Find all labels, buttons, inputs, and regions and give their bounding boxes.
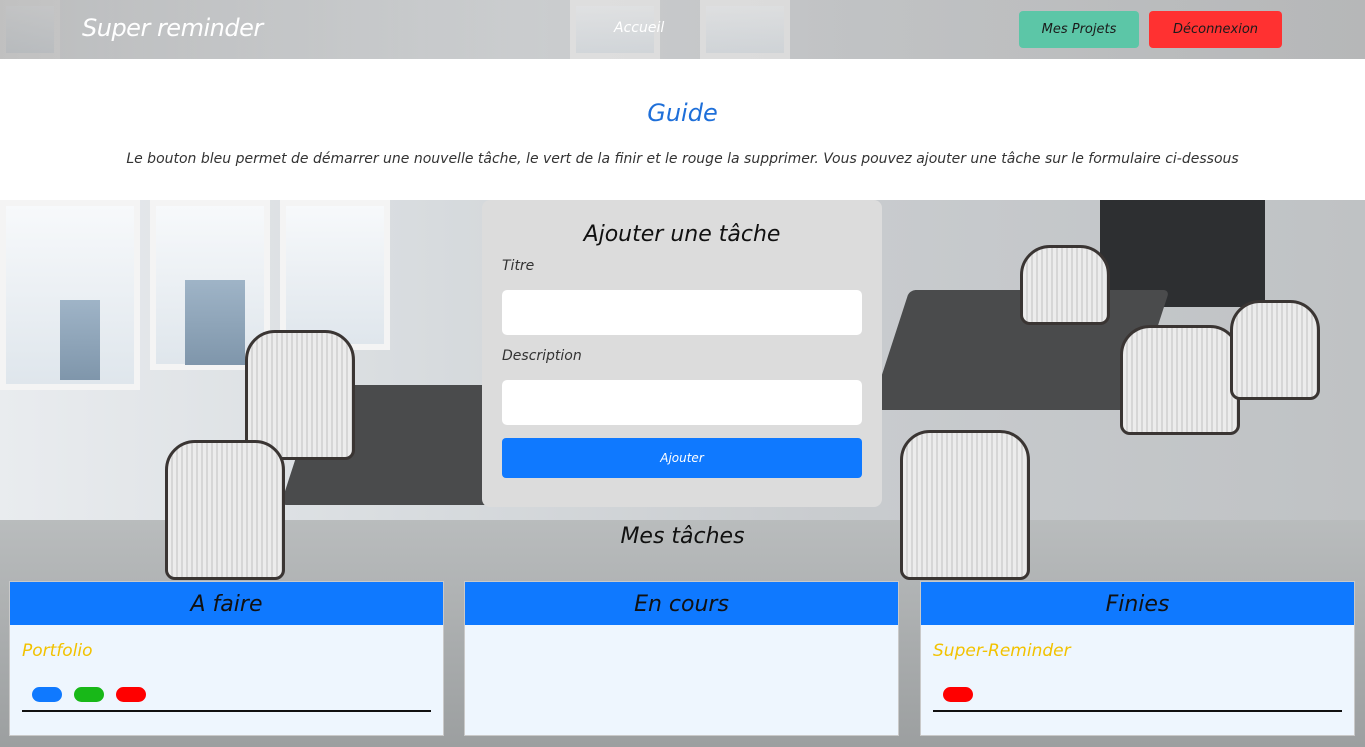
delete-task-button[interactable] bbox=[943, 687, 973, 702]
delete-task-button[interactable] bbox=[116, 687, 147, 702]
finish-task-button[interactable] bbox=[74, 687, 105, 702]
in-progress-column: En cours bbox=[464, 581, 899, 736]
done-column: Finies Super-Reminder bbox=[920, 581, 1355, 736]
column-header-done: Finies bbox=[921, 582, 1354, 625]
title-input[interactable] bbox=[502, 290, 862, 335]
guide-text: Le bouton bleu permet de démarrer une no… bbox=[126, 151, 1239, 167]
brand-logo[interactable]: Super reminder bbox=[82, 14, 263, 42]
description-input[interactable] bbox=[502, 380, 862, 425]
column-header-todo: A faire bbox=[10, 582, 443, 625]
title-label: Titre bbox=[502, 258, 535, 274]
task-actions bbox=[943, 687, 980, 702]
task-title: Super-Reminder bbox=[933, 641, 1071, 661]
form-title: Ajouter une tâche bbox=[583, 222, 781, 247]
add-task-button[interactable]: Ajouter bbox=[502, 438, 862, 478]
nav-link-home[interactable]: Accueil bbox=[614, 20, 664, 36]
task-divider bbox=[933, 710, 1342, 712]
my-projects-button[interactable]: Mes Projets bbox=[1019, 11, 1139, 48]
task-item: Super-Reminder bbox=[933, 625, 1342, 712]
guide-section: Guide Le bouton bleu permet de démarrer … bbox=[0, 59, 1365, 200]
task-item: Portfolio bbox=[22, 625, 431, 712]
logout-button[interactable]: Déconnexion bbox=[1149, 11, 1282, 48]
start-task-button[interactable] bbox=[32, 687, 62, 702]
task-title: Portfolio bbox=[22, 641, 93, 661]
description-label: Description bbox=[502, 348, 582, 364]
add-task-form: Ajouter une tâche Titre Description Ajou… bbox=[482, 200, 882, 507]
guide-title: Guide bbox=[647, 99, 718, 127]
todo-column: A faire Portfolio bbox=[9, 581, 444, 736]
column-header-in-progress: En cours bbox=[465, 582, 898, 625]
task-actions bbox=[32, 687, 153, 702]
tasks-heading: Mes tâches bbox=[620, 524, 745, 549]
task-divider bbox=[22, 710, 431, 712]
navbar: Super reminder Accueil Mes Projets Décon… bbox=[0, 0, 1365, 59]
